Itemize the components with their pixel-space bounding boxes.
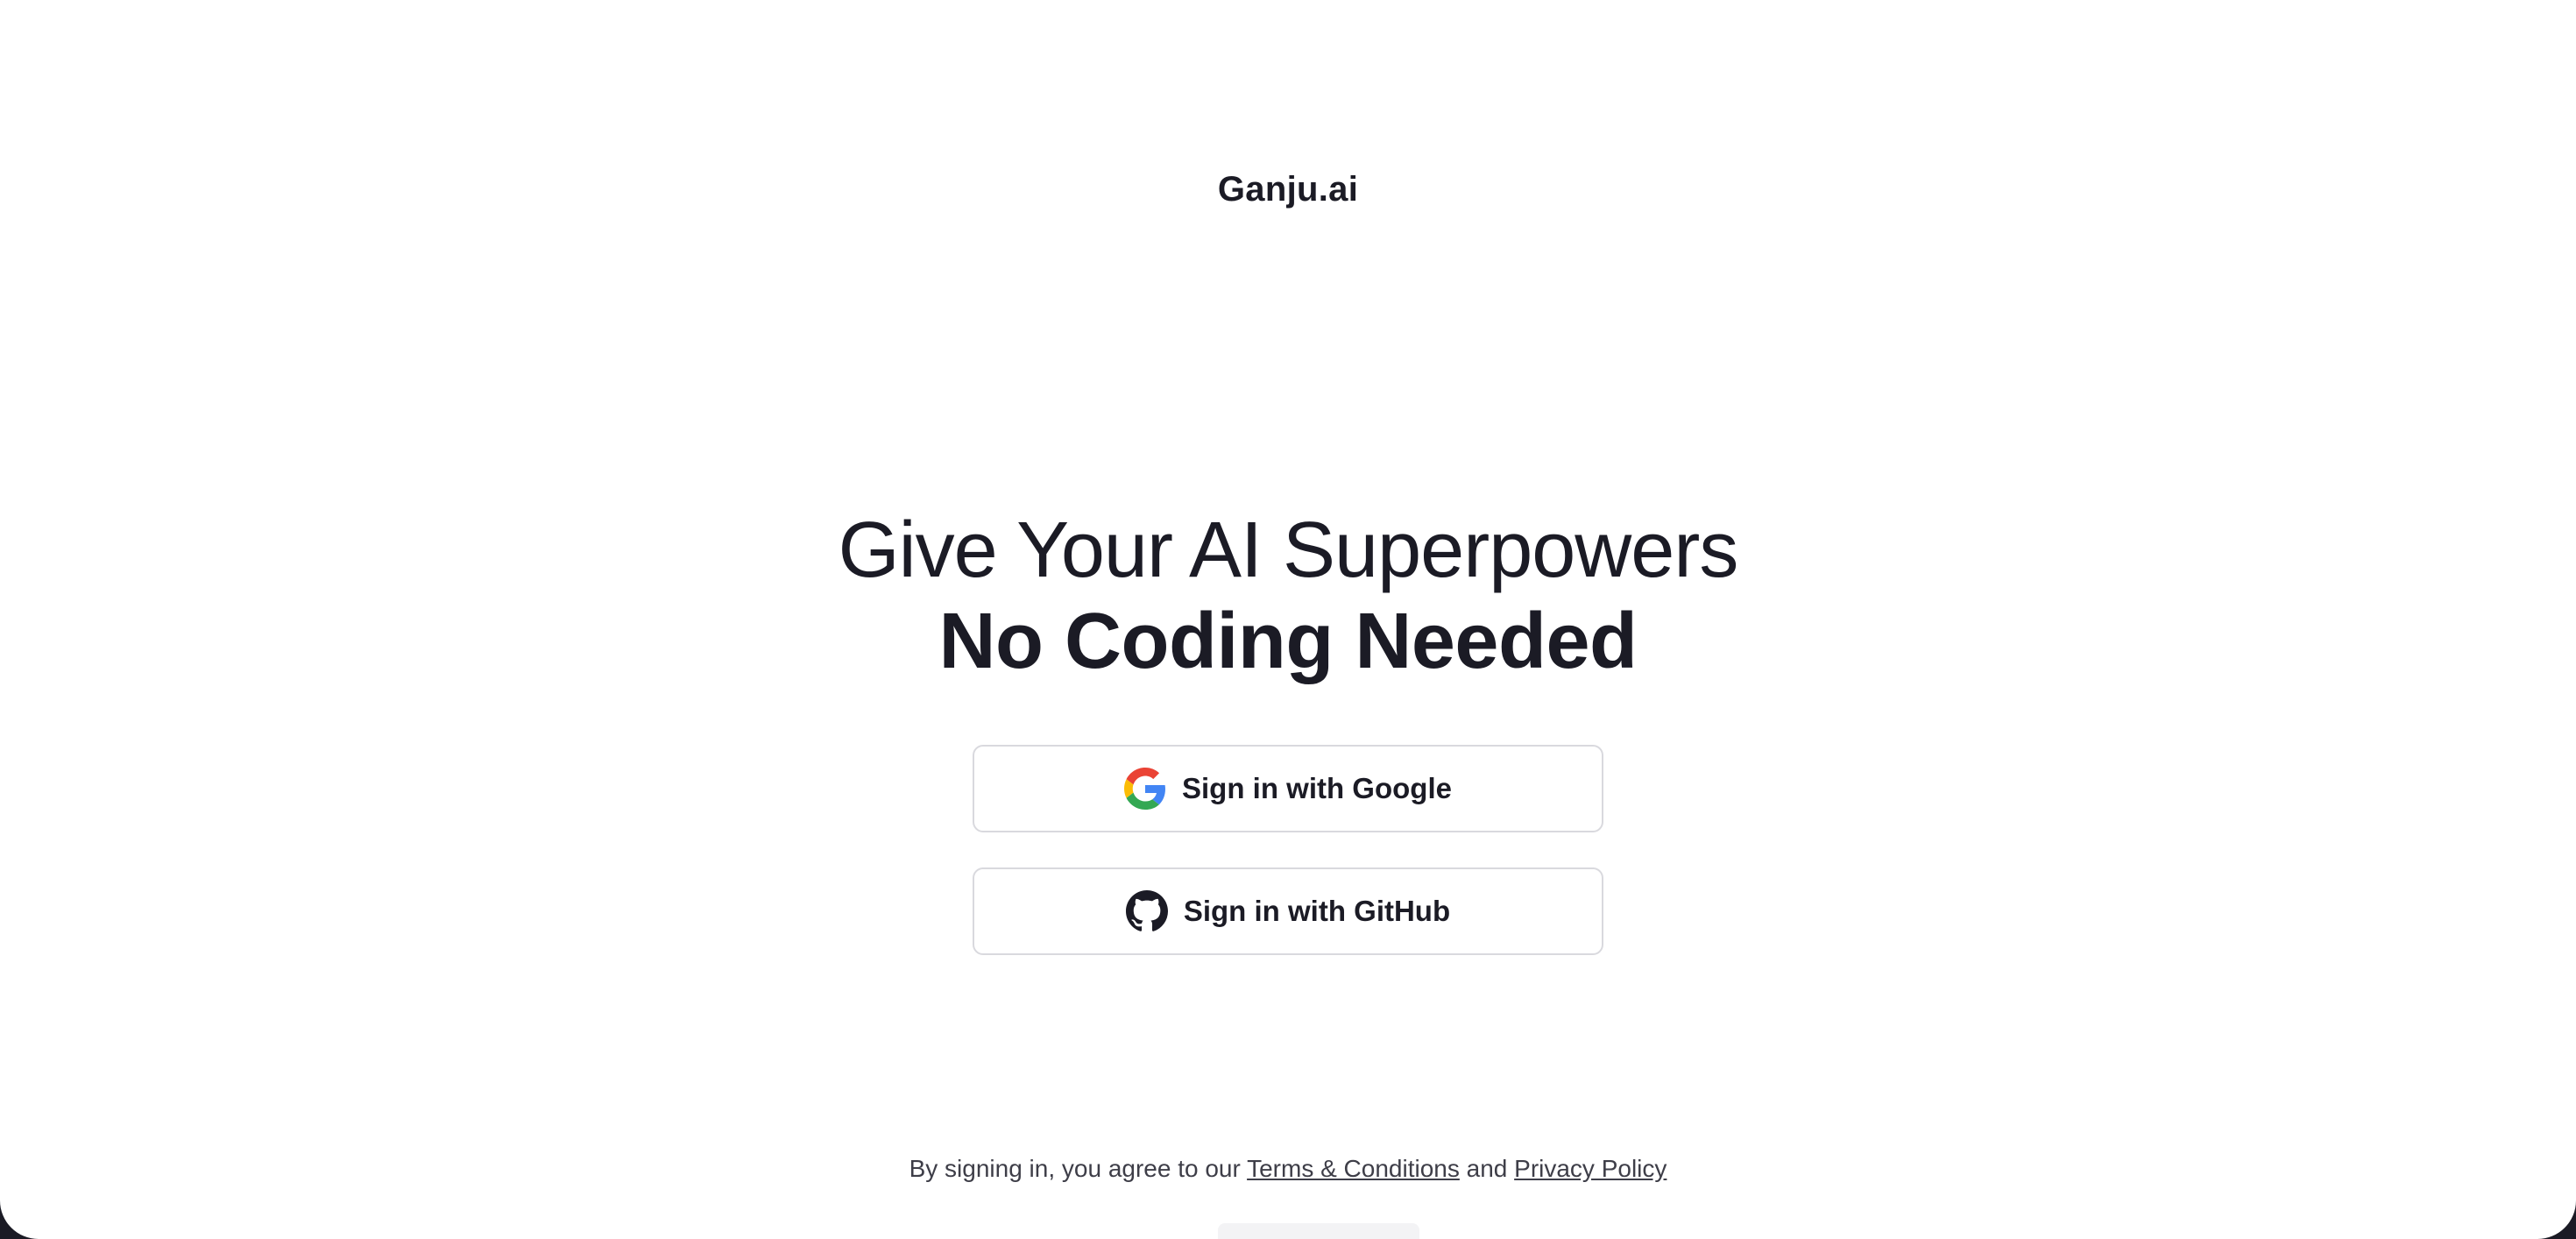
- bottom-peek-element: [1218, 1223, 1419, 1239]
- hero-title-line2: No Coding Needed: [938, 598, 1638, 685]
- hero-title-line1: Give Your AI Superpowers: [838, 506, 1739, 594]
- sign-in-github-button[interactable]: Sign in with GitHub: [973, 867, 1603, 955]
- google-icon: [1124, 768, 1166, 810]
- terms-link[interactable]: Terms & Conditions: [1247, 1155, 1460, 1182]
- sign-in-google-label: Sign in with Google: [1182, 772, 1452, 804]
- sign-in-page: Ganju.ai Give Your AI Superpowers No Cod…: [0, 0, 2576, 1239]
- legal-and: and: [1466, 1155, 1508, 1182]
- legal-prefix: By signing in, you agree to our: [909, 1155, 1241, 1182]
- hero-heading: Give Your AI Superpowers No Coding Neede…: [0, 505, 2576, 687]
- sign-in-github-label: Sign in with GitHub: [1183, 895, 1451, 927]
- brand-logo-text[interactable]: Ganju.ai: [0, 170, 2576, 209]
- privacy-link[interactable]: Privacy Policy: [1514, 1155, 1667, 1182]
- sign-in-google-button[interactable]: Sign in with Google: [973, 745, 1603, 832]
- github-icon: [1125, 890, 1168, 932]
- legal-notice: By signing in, you agree to our Terms & …: [0, 1155, 2576, 1183]
